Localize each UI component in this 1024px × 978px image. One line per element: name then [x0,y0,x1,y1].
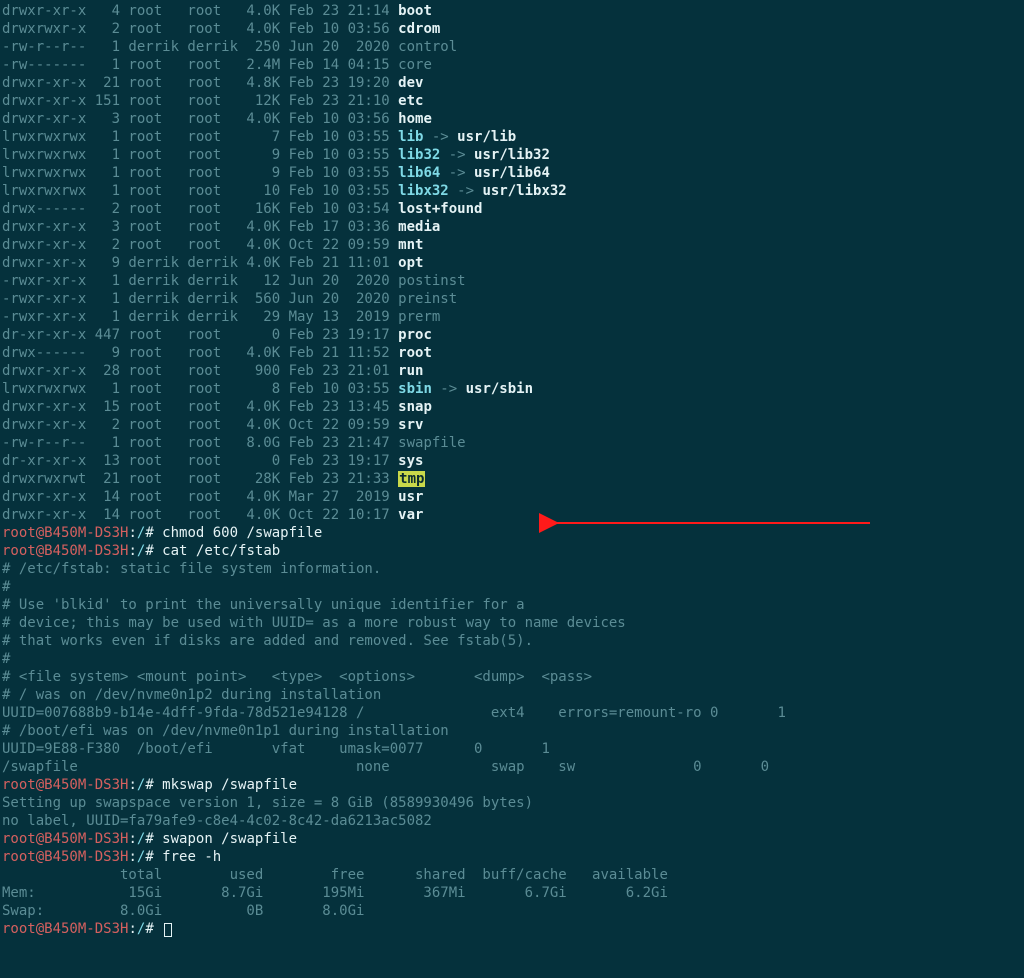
ls-row: drwxr-xr-x 2 root root 4.0K Oct 22 09:59… [2,416,1024,434]
file-name: core [398,57,432,73]
fstab-line: # device; this may be used with UUID= as… [2,614,1024,632]
command-text: mkswap /swapfile [162,777,297,793]
prompt-line[interactable]: root@B450M-DS3H:/# chmod 600 /swapfile [2,524,1024,542]
free-header: total used free shared buff/cache availa… [2,866,1024,884]
ls-row: drwx------ 9 root root 4.0K Feb 21 11:52… [2,344,1024,362]
mkswap-output: no label, UUID=fa79afe9-c8e4-4c02-8c42-d… [2,812,1024,830]
fstab-line: # [2,578,1024,596]
fstab-line: # /boot/efi was on /dev/nvme0n1p1 during… [2,722,1024,740]
ls-row: drwxrwxrwt 21 root root 28K Feb 23 21:33… [2,470,1024,488]
free-swap: Swap: 8.0Gi 0B 8.0Gi [2,902,1024,920]
prompt-line[interactable]: root@B450M-DS3H:/# swapon /swapfile [2,830,1024,848]
dir-name: home [398,111,432,127]
command-text: swapon /swapfile [162,831,297,847]
file-name: prerm [398,309,440,325]
prompt-host: root@B450M-DS3H [2,777,128,793]
ls-row: drwxr-xr-x 14 root root 4.0K Oct 22 10:1… [2,506,1024,524]
file-name: swapfile [398,435,465,451]
ls-row: dr-xr-xr-x 447 root root 0 Feb 23 19:17 … [2,326,1024,344]
dir-name: sys [398,453,423,469]
prompt-line[interactable]: root@B450M-DS3H:/# cat /etc/fstab [2,542,1024,560]
command-text: chmod 600 /swapfile [162,525,322,541]
symlink-name: lib64 [398,165,440,181]
cursor [164,923,172,937]
dir-name: proc [398,327,432,343]
symlink-name: lib32 [398,147,440,163]
fstab-line: # / was on /dev/nvme0n1p2 during install… [2,686,1024,704]
ls-row: -rwxr-xr-x 1 derrik derrik 12 Jun 20 202… [2,272,1024,290]
fstab-line: # Use 'blkid' to print the universally u… [2,596,1024,614]
dir-name: etc [398,93,423,109]
prompt-host: root@B450M-DS3H [2,831,128,847]
fstab-line: # that works even if disks are added and… [2,632,1024,650]
fstab-line: UUID=007688b9-b14e-4dff-9fda-78d521e9412… [2,704,1024,722]
symlink-target: usr/lib32 [474,147,550,163]
ls-row: drwxr-xr-x 151 root root 12K Feb 23 21:1… [2,92,1024,110]
prompt-host: root@B450M-DS3H [2,543,128,559]
dir-name: var [398,507,423,523]
file-name: postinst [398,273,465,289]
prompt-line[interactable]: root@B450M-DS3H:/# free -h [2,848,1024,866]
dir-name: snap [398,399,432,415]
dir-name: mnt [398,237,423,253]
fstab-line: /swapfile none swap sw 0 0 [2,758,1024,776]
ls-row: drwxr-xr-x 21 root root 4.8K Feb 23 19:2… [2,74,1024,92]
dir-name: opt [398,255,423,271]
symlink-target: usr/lib64 [474,165,550,181]
ls-row: drwxr-xr-x 28 root root 900 Feb 23 21:01… [2,362,1024,380]
ls-row: -rw-r--r-- 1 derrik derrik 250 Jun 20 20… [2,38,1024,56]
command-text: cat /etc/fstab [162,543,280,559]
prompt-host: root@B450M-DS3H [2,921,128,937]
prompt-host: root@B450M-DS3H [2,849,128,865]
ls-row: lrwxrwxrwx 1 root root 8 Feb 10 03:55 sb… [2,380,1024,398]
dir-name: srv [398,417,423,433]
fstab-line: # [2,650,1024,668]
fstab-line: # <file system> <mount point> <type> <op… [2,668,1024,686]
symlink-name: sbin [398,381,432,397]
file-name: control [398,39,457,55]
ls-row: -rwxr-xr-x 1 derrik derrik 560 Jun 20 20… [2,290,1024,308]
ls-row: drwxr-xr-x 15 root root 4.0K Feb 23 13:4… [2,398,1024,416]
prompt-line[interactable]: root@B450M-DS3H:/# [2,920,1024,938]
file-name: preinst [398,291,457,307]
ls-row: lrwxrwxrwx 1 root root 9 Feb 10 03:55 li… [2,164,1024,182]
ls-row: lrwxrwxrwx 1 root root 9 Feb 10 03:55 li… [2,146,1024,164]
ls-row: drwxr-xr-x 2 root root 4.0K Oct 22 09:59… [2,236,1024,254]
fstab-line: # /etc/fstab: static file system informa… [2,560,1024,578]
mkswap-output: Setting up swapspace version 1, size = 8… [2,794,1024,812]
ls-row: drwxr-xr-x 3 root root 4.0K Feb 17 03:36… [2,218,1024,236]
dir-name: usr [398,489,423,505]
dir-name: boot [398,3,432,19]
ls-row: -rw------- 1 root root 2.4M Feb 14 04:15… [2,56,1024,74]
dir-name: cdrom [398,21,440,37]
ls-row: drwxr-xr-x 14 root root 4.0K Mar 27 2019… [2,488,1024,506]
tmp-dir: tmp [398,471,425,487]
fstab-line: UUID=9E88-F380 /boot/efi vfat umask=0077… [2,740,1024,758]
ls-row: dr-xr-xr-x 13 root root 0 Feb 23 19:17 s… [2,452,1024,470]
dir-name: root [398,345,432,361]
symlink-name: lib [398,129,423,145]
ls-row: drwxr-xr-x 9 derrik derrik 4.0K Feb 21 1… [2,254,1024,272]
ls-row: drwxr-xr-x 3 root root 4.0K Feb 10 03:56… [2,110,1024,128]
command-text: free -h [162,849,221,865]
ls-row: lrwxrwxrwx 1 root root 7 Feb 10 03:55 li… [2,128,1024,146]
dir-name: media [398,219,440,235]
dir-name: dev [398,75,423,91]
ls-row: drwx------ 2 root root 16K Feb 10 03:54 … [2,200,1024,218]
symlink-target: usr/lib [457,129,516,145]
ls-row: lrwxrwxrwx 1 root root 10 Feb 10 03:55 l… [2,182,1024,200]
prompt-host: root@B450M-DS3H [2,525,128,541]
ls-row: drwxr-xr-x 4 root root 4.0K Feb 23 21:14… [2,2,1024,20]
symlink-target: usr/sbin [466,381,533,397]
dir-name: run [398,363,423,379]
ls-row: -rw-r--r-- 1 root root 8.0G Feb 23 21:47… [2,434,1024,452]
symlink-name: libx32 [398,183,449,199]
terminal-output[interactable]: drwxr-xr-x 4 root root 4.0K Feb 23 21:14… [0,0,1024,938]
dir-name: lost+found [398,201,482,217]
symlink-target: usr/libx32 [482,183,566,199]
free-mem: Mem: 15Gi 8.7Gi 195Mi 367Mi 6.7Gi 6.2Gi [2,884,1024,902]
ls-row: drwxrwxr-x 2 root root 4.0K Feb 10 03:56… [2,20,1024,38]
prompt-line[interactable]: root@B450M-DS3H:/# mkswap /swapfile [2,776,1024,794]
ls-row: -rwxr-xr-x 1 derrik derrik 29 May 13 201… [2,308,1024,326]
